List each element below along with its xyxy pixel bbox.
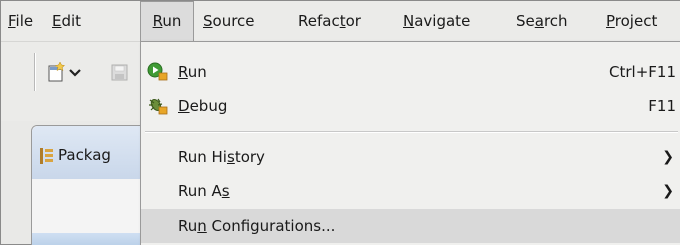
package-explorer-tab[interactable]: Packag xyxy=(32,126,144,180)
run-menu-dropdown: Run Ctrl+F11 Debug F11 Run History ❯ Run… xyxy=(140,41,680,245)
main-toolbar xyxy=(1,42,141,121)
run-menu-item-run-configurations[interactable]: Run Configurations... xyxy=(141,209,680,243)
eclipse-window: File Edit Run Source Refactor Navigate S… xyxy=(0,0,680,245)
package-explorer-tab-label: Packag xyxy=(58,146,111,164)
new-file-icon xyxy=(48,61,81,82)
debug-shortcut: F11 xyxy=(648,97,676,115)
new-button[interactable] xyxy=(46,61,86,83)
save-button[interactable] xyxy=(109,61,131,83)
menu-navigate[interactable]: Navigate xyxy=(398,1,475,42)
view-next-tab[interactable] xyxy=(32,233,144,245)
menu-separator xyxy=(145,131,678,133)
save-icon xyxy=(111,64,128,81)
package-explorer-icon xyxy=(40,148,53,164)
run-menu-item-run-as[interactable]: Run As ❯ xyxy=(141,174,680,208)
run-menu-item-debug[interactable]: Debug F11 xyxy=(141,89,680,123)
run-shortcut: Ctrl+F11 xyxy=(609,63,676,81)
package-explorer-view: Packag xyxy=(31,125,144,245)
submenu-arrow-icon: ❯ xyxy=(662,149,674,165)
run-icon xyxy=(147,62,168,81)
menu-file[interactable]: File xyxy=(3,1,38,42)
run-menu-item-run-history[interactable]: Run History ❯ xyxy=(141,140,680,174)
menu-run[interactable]: Run xyxy=(140,1,194,42)
toolbar-separator xyxy=(34,53,36,91)
submenu-arrow-icon: ❯ xyxy=(662,183,674,199)
menu-refactor[interactable]: Refactor xyxy=(293,1,366,42)
run-menu-item-run[interactable]: Run Ctrl+F11 xyxy=(141,55,680,89)
menu-search[interactable]: Search xyxy=(511,1,573,42)
menu-project[interactable]: Project xyxy=(601,1,662,42)
menu-bar: File Edit Run Source Refactor Navigate S… xyxy=(1,1,680,42)
view-content xyxy=(32,179,144,233)
menu-edit[interactable]: Edit xyxy=(47,1,86,42)
menu-source[interactable]: Source xyxy=(198,1,260,42)
debug-icon xyxy=(149,98,168,115)
